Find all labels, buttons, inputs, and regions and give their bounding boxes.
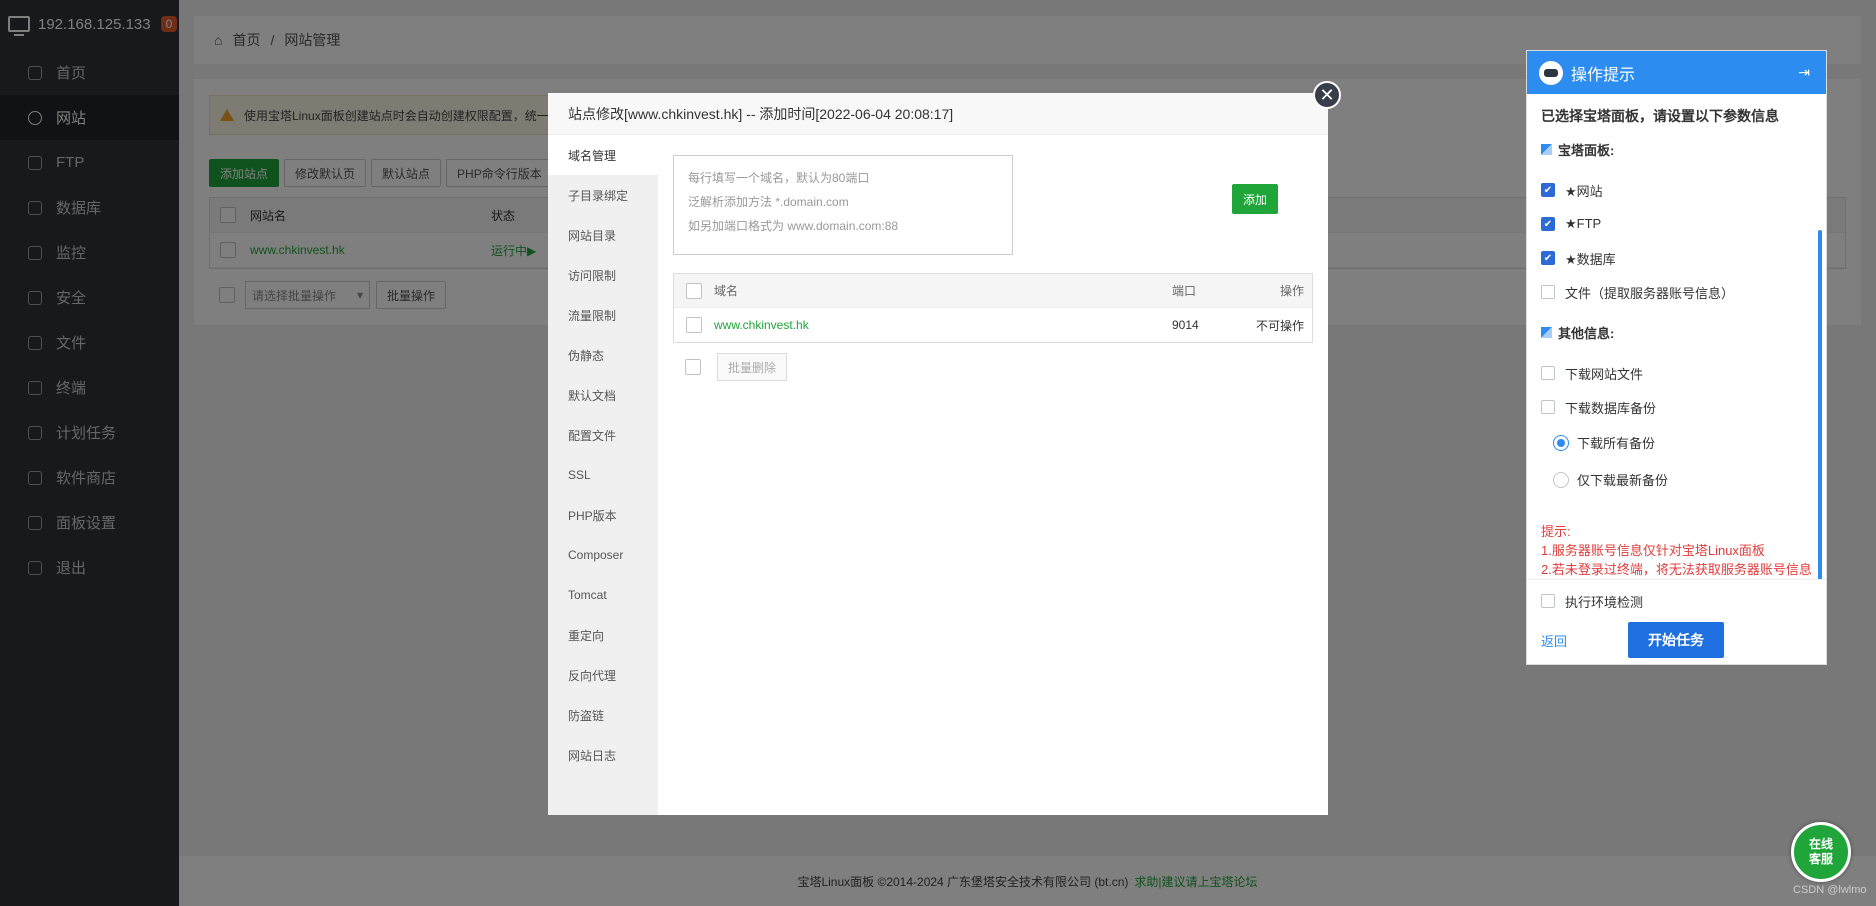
panel-scrollbar[interactable]	[1818, 230, 1822, 579]
add-domain-button[interactable]: 添加	[1232, 184, 1278, 214]
column-port: 端口	[1172, 284, 1197, 298]
placeholder-line: 如另加端口格式为 www.domain.com:88	[688, 219, 899, 233]
tab-site-directory[interactable]: 网站目录	[548, 215, 658, 255]
modal-body: 每行填写一个域名，默认为80端口 泛解析添加方法 *.domain.com 如另…	[658, 135, 1328, 815]
close-icon[interactable]: ✕	[1313, 81, 1341, 109]
online-service-button[interactable]: 在线 客服	[1791, 822, 1851, 882]
domain-port: 9014	[1172, 318, 1199, 332]
checkbox-checked[interactable]: ✔	[1541, 183, 1555, 197]
back-link[interactable]: 返回	[1541, 631, 1628, 650]
section-icon	[1541, 327, 1552, 338]
option-download-db-backup[interactable]: 下载数据库备份	[1541, 390, 1812, 424]
modal-title: 站点修改[www.chkinvest.hk] -- 添加时间[2022-06-0…	[548, 93, 1328, 135]
tip-line: 1.服务器账号信息仅针对宝塔Linux面板	[1541, 543, 1765, 558]
option-label: ★FTP	[1565, 216, 1602, 231]
panel-footer: 执行环境检测 返回 开始任务	[1527, 579, 1826, 666]
checkbox[interactable]	[1541, 400, 1555, 414]
column-operation: 操作	[1279, 284, 1304, 298]
tab-tomcat[interactable]: Tomcat	[548, 575, 658, 615]
tab-rewrite[interactable]: 伪静态	[548, 335, 658, 375]
option-env-check[interactable]: 执行环境检测	[1541, 588, 1812, 614]
tab-config-file[interactable]: 配置文件	[548, 415, 658, 455]
tab-ssl[interactable]: SSL	[548, 455, 658, 495]
panel-intro: 已选择宝塔面板，请设置以下参数信息	[1541, 108, 1779, 124]
option-label: 下载数据库备份	[1565, 400, 1657, 416]
section-bt-panel: 宝塔面板:	[1541, 140, 1812, 159]
option-label: 执行环境检测	[1565, 594, 1644, 610]
option-website[interactable]: ✔ ★网站	[1541, 173, 1812, 207]
tab-default-doc[interactable]: 默认文档	[548, 375, 658, 415]
domain-textarea[interactable]: 每行填写一个域名，默认为80端口 泛解析添加方法 *.domain.com 如另…	[673, 155, 1013, 255]
tip-line: 2.若未登录过终端，将无法获取服务器账号信息	[1541, 562, 1812, 577]
checkbox-checked[interactable]: ✔	[1541, 217, 1555, 231]
tab-php-version[interactable]: PHP版本	[548, 495, 658, 535]
tab-subdirectory-binding[interactable]: 子目录绑定	[548, 175, 658, 215]
tips-text: 提示: 1.服务器账号信息仅针对宝塔Linux面板 2.若未登录过终端，将无法获…	[1541, 522, 1812, 579]
tab-reverse-proxy[interactable]: 反向代理	[548, 655, 658, 695]
tab-redirect[interactable]: 重定向	[548, 615, 658, 655]
online-service-label: 在线	[1808, 837, 1833, 851]
tab-composer[interactable]: Composer	[548, 535, 658, 575]
tab-hotlink-protection[interactable]: 防盗链	[548, 695, 658, 735]
radio[interactable]	[1553, 471, 1569, 488]
robot-icon	[1539, 60, 1563, 85]
bulk-delete-checkbox[interactable]	[685, 359, 701, 375]
checkbox[interactable]	[1541, 594, 1555, 608]
panel-title: 操作提示	[1571, 66, 1636, 84]
section-icon	[1541, 144, 1552, 155]
tab-site-log[interactable]: 网站日志	[548, 735, 658, 775]
watermark: CSDN @lwlmo	[1793, 884, 1867, 896]
radio-label: 下载所有备份	[1577, 436, 1656, 451]
bulk-delete-bar: 批量删除	[673, 353, 788, 381]
radio-all-backups[interactable]: 下载所有备份	[1541, 424, 1812, 461]
section-label: 其他信息:	[1558, 326, 1615, 341]
select-all-domains-checkbox[interactable]	[686, 282, 702, 299]
option-ftp[interactable]: ✔ ★FTP	[1541, 207, 1812, 241]
checkbox[interactable]	[1541, 285, 1555, 299]
tab-domain-management[interactable]: 域名管理	[548, 135, 658, 175]
option-download-site-files[interactable]: 下载网站文件	[1541, 356, 1812, 390]
radio-label: 仅下载最新备份	[1577, 473, 1669, 488]
placeholder-line: 每行填写一个域名，默认为80端口	[688, 171, 870, 185]
online-service-label: 客服	[1808, 852, 1833, 866]
start-task-button[interactable]: 开始任务	[1628, 622, 1724, 658]
tips-title: 提示:	[1541, 524, 1571, 539]
checkbox[interactable]	[1541, 366, 1555, 380]
domain-table-header: 域名 端口 操作	[674, 274, 1312, 308]
column-domain: 域名	[714, 284, 739, 298]
option-files[interactable]: 文件（提取服务器账号信息）	[1541, 275, 1812, 309]
domain-name-link[interactable]: www.chkinvest.hk	[714, 318, 1172, 332]
table-row: www.chkinvest.hk 9014 不可操作	[674, 308, 1312, 342]
panel-body: 已选择宝塔面板，请设置以下参数信息 宝塔面板: ✔ ★网站 ✔ ★FTP ✔ ★数据库…	[1527, 94, 1826, 579]
option-label: ★数据库	[1565, 251, 1616, 267]
bulk-delete-button[interactable]: 批量删除	[717, 353, 788, 381]
site-edit-modal: 站点修改[www.chkinvest.hk] -- 添加时间[2022-06-0…	[548, 93, 1328, 815]
panel-actions: 返回 开始任务	[1541, 622, 1812, 658]
tab-traffic-limit[interactable]: 流量限制	[548, 295, 658, 335]
checkbox-checked[interactable]: ✔	[1541, 251, 1555, 265]
option-label: 下载网站文件	[1565, 366, 1644, 382]
option-label: 文件（提取服务器账号信息）	[1565, 285, 1735, 301]
section-label: 宝塔面板:	[1558, 143, 1615, 158]
section-other-info: 其他信息:	[1541, 323, 1812, 342]
placeholder-line: 泛解析添加方法 *.domain.com	[688, 195, 849, 209]
panel-header: 操作提示 ⇥	[1527, 51, 1826, 94]
domain-operation: 不可操作	[1255, 318, 1304, 333]
modal-nav: 域名管理 子目录绑定 网站目录 访问限制 流量限制 伪静态 默认文档 配置文件 …	[548, 135, 658, 815]
collapse-icon[interactable]: ⇥	[1798, 64, 1810, 81]
domain-row-checkbox[interactable]	[686, 317, 702, 333]
radio-latest-backup[interactable]: 仅下载最新备份	[1541, 461, 1812, 498]
radio-selected[interactable]	[1553, 434, 1569, 451]
domain-table: 域名 端口 操作 www.chkinvest.hk 9014 不可操作	[673, 273, 1313, 343]
option-database[interactable]: ✔ ★数据库	[1541, 241, 1812, 275]
tab-access-limit[interactable]: 访问限制	[548, 255, 658, 295]
option-label: ★网站	[1565, 183, 1603, 199]
operation-hint-panel: 操作提示 ⇥ 已选择宝塔面板，请设置以下参数信息 宝塔面板: ✔ ★网站 ✔ ★FT…	[1526, 50, 1827, 665]
